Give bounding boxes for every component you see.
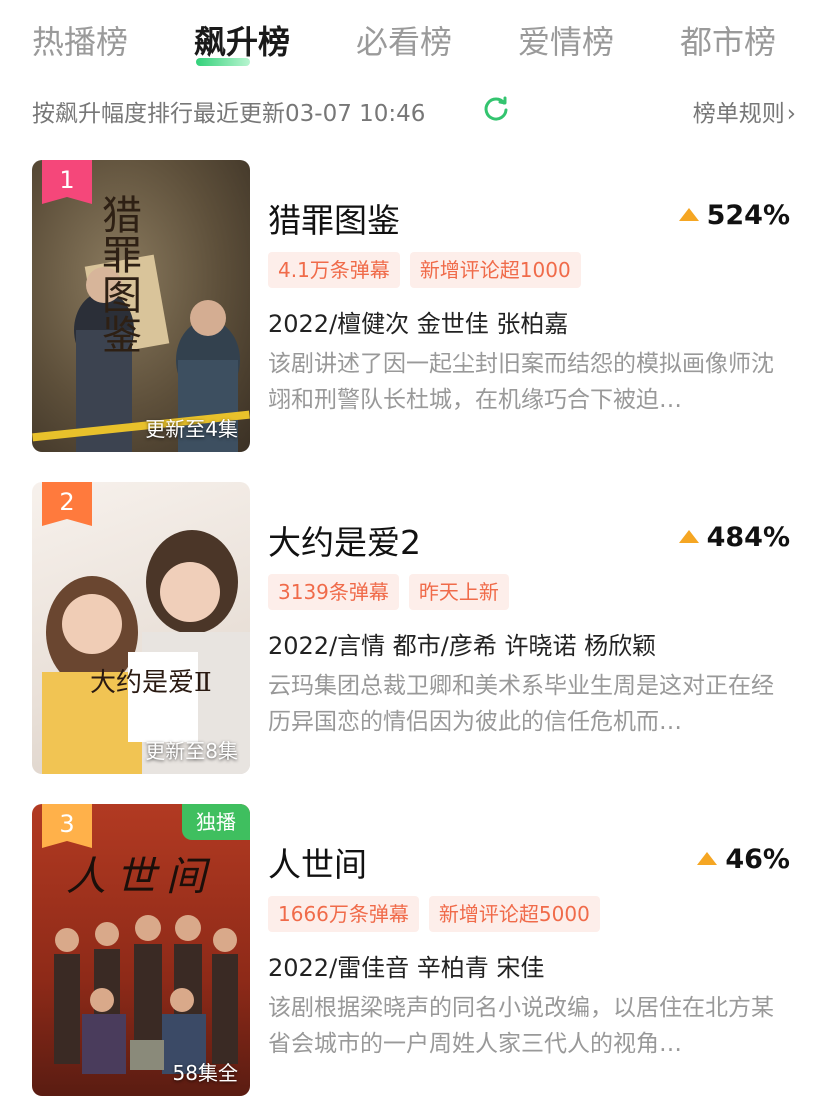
poster-image[interactable]: 猎罪图鉴 1 更新至4集 xyxy=(32,160,250,452)
show-meta: 2022/檀健次 金世佳 张柏嘉 xyxy=(268,310,569,338)
poster-title-text: 人世间 xyxy=(66,854,216,900)
ranking-update-text: 按飙升幅度排行最近更新03-07 10:46 xyxy=(32,101,426,127)
tag-list: 3139条弹幕 昨天上新 xyxy=(268,574,519,610)
episode-count: 更新至4集 xyxy=(145,417,238,441)
refresh-icon[interactable] xyxy=(482,94,510,122)
episode-count: 更新至8集 xyxy=(145,739,238,763)
show-title[interactable]: 人世间 xyxy=(268,838,367,886)
list-item[interactable]: 猎罪图鉴 1 更新至4集 猎罪图鉴 524% 4.1万条弹幕 新增评论超1000 … xyxy=(32,160,796,452)
trend-up-icon xyxy=(678,208,699,221)
poster-title-text: 大约是爱Ⅱ xyxy=(90,668,212,698)
show-description: 该剧讲述了因一起尘封旧案而结怨的模拟画像师沈翊和刑警队长杜城，在机缘巧合下被迫… xyxy=(268,351,774,413)
chevron-right-icon: › xyxy=(786,101,796,127)
show-description: 该剧根据梁晓声的同名小说改编，以居住在北方某省会城市的一户周姓人家三代人的视角… xyxy=(268,995,774,1057)
trend-percent: 46% xyxy=(697,844,790,875)
show-title[interactable]: 猎罪图鉴 xyxy=(268,194,400,242)
tag-list: 1666万条弹幕 新增评论超5000 xyxy=(268,896,610,932)
comment-tag: 新增评论超5000 xyxy=(428,896,600,932)
danmaku-tag: 3139条弹幕 xyxy=(268,574,399,610)
ranking-rules-label: 榜单规则 xyxy=(692,101,785,127)
trend-up-icon xyxy=(697,852,718,865)
episode-count: 58集全 xyxy=(172,1061,238,1085)
trend-up-icon xyxy=(678,530,699,543)
poster-title-text: 猎罪图鉴 xyxy=(102,193,142,359)
comment-tag: 新增评论超1000 xyxy=(409,252,581,288)
ranking-rules-link[interactable]: 榜单规则› xyxy=(693,94,796,128)
poster-image[interactable]: 大约是爱Ⅱ 2 更新至8集 xyxy=(32,482,250,774)
trend-percent: 524% xyxy=(678,200,790,231)
new-release-tag: 昨天上新 xyxy=(408,574,509,610)
poster-art xyxy=(42,530,250,774)
trend-percent: 484% xyxy=(678,522,790,553)
danmaku-tag: 1666万条弹幕 xyxy=(268,896,419,932)
tag-list: 4.1万条弹幕 新增评论超1000 xyxy=(268,252,591,288)
tab-bar: 热播榜 飙升榜 必看榜 爱情榜 都市榜 xyxy=(0,0,828,80)
list-item[interactable]: 大约是爱Ⅱ 2 更新至8集 大约是爱2 484% 3139条弹幕 昨天上新 202… xyxy=(32,482,796,774)
tab-hot[interactable]: 热播榜 xyxy=(32,20,128,64)
active-tab-indicator xyxy=(196,58,250,66)
show-description: 云玛集团总裁卫卿和美术系毕业生周是这对正在经历异国恋的情侣因为彼此的信任危机而… xyxy=(268,673,774,735)
tab-romance[interactable]: 爱情榜 xyxy=(518,20,614,64)
ranking-subheader: 按飙升幅度排行最近更新03-07 10:46 榜单规则› xyxy=(32,90,796,130)
show-meta: 2022/言情 都市/彦希 许晓诺 杨欣颖 xyxy=(268,632,657,660)
show-title[interactable]: 大约是爱2 xyxy=(268,516,421,564)
show-meta: 2022/雷佳音 辛柏青 宋佳 xyxy=(268,954,545,982)
tab-must-watch[interactable]: 必看榜 xyxy=(356,20,452,64)
tab-urban[interactable]: 都市榜 xyxy=(680,20,776,64)
list-item[interactable]: 人世间 3 独播 58集全 人世间 46% 1666万条弹幕 新增评论超5000 … xyxy=(32,804,796,1096)
exclusive-badge: 独播 xyxy=(182,804,250,840)
danmaku-tag: 4.1万条弹幕 xyxy=(268,252,400,288)
poster-image[interactable]: 人世间 3 独播 58集全 xyxy=(32,804,250,1096)
